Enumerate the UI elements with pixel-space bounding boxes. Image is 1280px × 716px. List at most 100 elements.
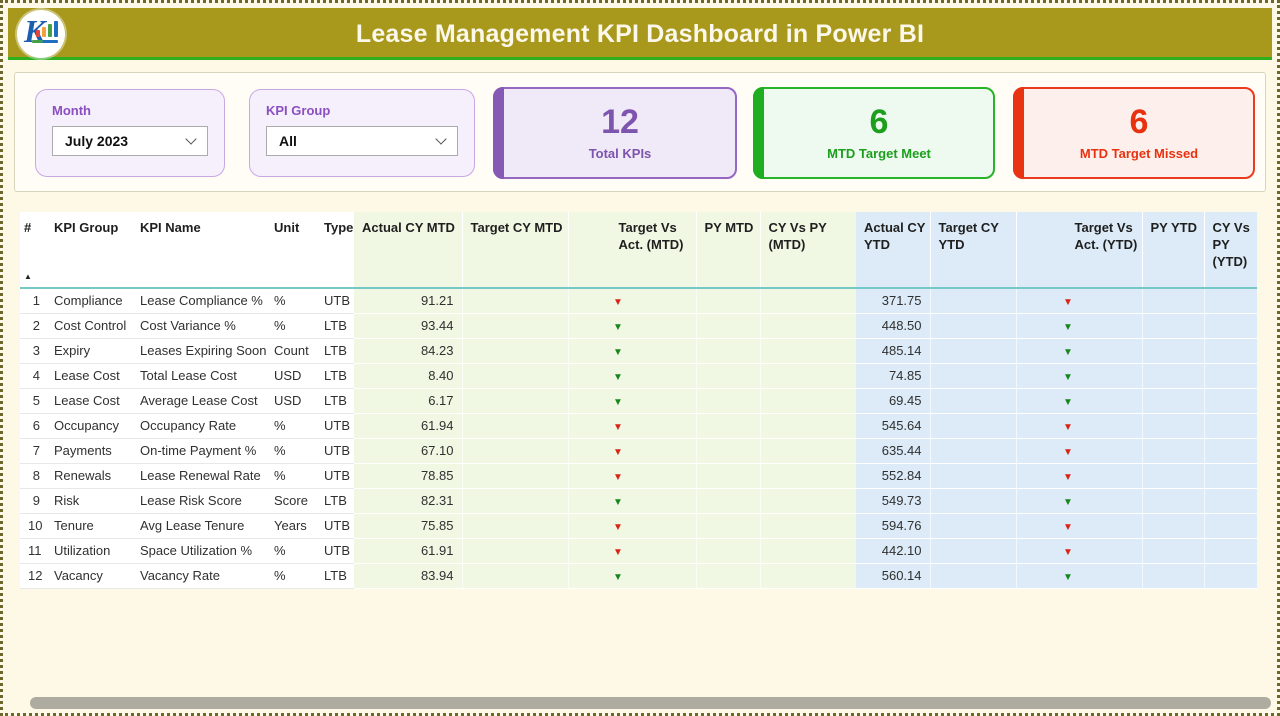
cell-target-vs-act-ytd[interactable]: ▼	[1016, 388, 1142, 413]
cell-py-ytd[interactable]	[1142, 488, 1204, 513]
cell-actual-cy-mtd[interactable]: 67.10	[354, 438, 462, 463]
cell-actual-cy-ytd[interactable]: 552.84	[856, 463, 930, 488]
cell-py-ytd[interactable]	[1142, 413, 1204, 438]
cell-unit[interactable]: %	[266, 313, 316, 338]
cell-cy-vs-py-mtd[interactable]	[760, 288, 856, 313]
cell-cy-vs-py-ytd[interactable]	[1204, 363, 1257, 388]
column-header-actual-cy-mtd[interactable]: Actual CY MTD	[354, 212, 462, 288]
cell-type[interactable]: UTB	[316, 288, 354, 313]
cell-target-cy-ytd[interactable]	[930, 538, 1016, 563]
cell-cy-vs-py-mtd[interactable]	[760, 413, 856, 438]
cell-unit[interactable]: Score	[266, 488, 316, 513]
cell-actual-cy-ytd[interactable]: 371.75	[856, 288, 930, 313]
cell-row-number[interactable]: 4	[20, 363, 46, 388]
cell-cy-vs-py-mtd[interactable]	[760, 538, 856, 563]
cell-target-vs-act-mtd[interactable]: ▼	[568, 388, 696, 413]
cell-type[interactable]: LTB	[316, 563, 354, 588]
cell-target-vs-act-ytd[interactable]: ▼	[1016, 288, 1142, 313]
cell-target-cy-mtd[interactable]	[462, 413, 568, 438]
cell-unit[interactable]: %	[266, 563, 316, 588]
cell-type[interactable]: LTB	[316, 388, 354, 413]
cell-kpi-group[interactable]: Risk	[46, 488, 132, 513]
cell-cy-vs-py-mtd[interactable]	[760, 388, 856, 413]
cell-row-number[interactable]: 1	[20, 288, 46, 313]
cell-actual-cy-mtd[interactable]: 93.44	[354, 313, 462, 338]
cell-cy-vs-py-ytd[interactable]	[1204, 413, 1257, 438]
cell-cy-vs-py-mtd[interactable]	[760, 438, 856, 463]
cell-kpi-group[interactable]: Expiry	[46, 338, 132, 363]
column-header-actual-cy-ytd[interactable]: Actual CY YTD	[856, 212, 930, 288]
cell-unit[interactable]: %	[266, 438, 316, 463]
cell-kpi-name[interactable]: Total Lease Cost	[132, 363, 266, 388]
column-header-target-cy-ytd[interactable]: Target CY YTD	[930, 212, 1016, 288]
cell-target-cy-ytd[interactable]	[930, 413, 1016, 438]
cell-py-ytd[interactable]	[1142, 363, 1204, 388]
cell-row-number[interactable]: 12	[20, 563, 46, 588]
cell-kpi-group[interactable]: Compliance	[46, 288, 132, 313]
cell-py-mtd[interactable]	[696, 438, 760, 463]
cell-target-cy-mtd[interactable]	[462, 488, 568, 513]
cell-kpi-group[interactable]: Payments	[46, 438, 132, 463]
cell-kpi-name[interactable]: Lease Risk Score	[132, 488, 266, 513]
cell-target-vs-act-ytd[interactable]: ▼	[1016, 338, 1142, 363]
cell-type[interactable]: LTB	[316, 488, 354, 513]
cell-actual-cy-mtd[interactable]: 82.31	[354, 488, 462, 513]
cell-target-cy-ytd[interactable]	[930, 338, 1016, 363]
cell-py-ytd[interactable]	[1142, 463, 1204, 488]
cell-type[interactable]: UTB	[316, 463, 354, 488]
cell-actual-cy-ytd[interactable]: 485.14	[856, 338, 930, 363]
cell-target-cy-mtd[interactable]	[462, 563, 568, 588]
cell-target-cy-ytd[interactable]	[930, 363, 1016, 388]
cell-cy-vs-py-ytd[interactable]	[1204, 338, 1257, 363]
cell-kpi-group[interactable]: Utilization	[46, 538, 132, 563]
cell-kpi-name[interactable]: Average Lease Cost	[132, 388, 266, 413]
cell-target-cy-mtd[interactable]	[462, 513, 568, 538]
cell-target-vs-act-ytd[interactable]: ▼	[1016, 463, 1142, 488]
column-header-target-vs-act-ytd[interactable]: Target Vs Act. (YTD)	[1016, 212, 1142, 288]
cell-target-vs-act-ytd[interactable]: ▼	[1016, 438, 1142, 463]
cell-row-number[interactable]: 9	[20, 488, 46, 513]
cell-actual-cy-mtd[interactable]: 78.85	[354, 463, 462, 488]
cell-cy-vs-py-ytd[interactable]	[1204, 538, 1257, 563]
cell-actual-cy-mtd[interactable]: 75.85	[354, 513, 462, 538]
cell-cy-vs-py-ytd[interactable]	[1204, 388, 1257, 413]
kpi-card-total-kpis[interactable]: 12 Total KPIs	[493, 87, 737, 179]
cell-target-vs-act-mtd[interactable]: ▼	[568, 363, 696, 388]
cell-target-vs-act-ytd[interactable]: ▼	[1016, 563, 1142, 588]
cell-kpi-name[interactable]: On-time Payment %	[132, 438, 266, 463]
cell-unit[interactable]: Years	[266, 513, 316, 538]
cell-py-ytd[interactable]	[1142, 313, 1204, 338]
cell-py-mtd[interactable]	[696, 388, 760, 413]
cell-target-cy-ytd[interactable]	[930, 463, 1016, 488]
cell-cy-vs-py-ytd[interactable]	[1204, 513, 1257, 538]
cell-actual-cy-ytd[interactable]: 74.85	[856, 363, 930, 388]
cell-target-vs-act-mtd[interactable]: ▼	[568, 338, 696, 363]
cell-unit[interactable]: %	[266, 538, 316, 563]
cell-actual-cy-mtd[interactable]: 84.23	[354, 338, 462, 363]
column-header-number[interactable]: # ▲	[20, 212, 46, 288]
kpi-card-mtd-target-meet[interactable]: 6 MTD Target Meet	[753, 87, 995, 179]
cell-py-ytd[interactable]	[1142, 338, 1204, 363]
cell-kpi-name[interactable]: Leases Expiring Soon	[132, 338, 266, 363]
cell-py-mtd[interactable]	[696, 338, 760, 363]
cell-kpi-group[interactable]: Renewals	[46, 463, 132, 488]
cell-target-vs-act-ytd[interactable]: ▼	[1016, 363, 1142, 388]
cell-type[interactable]: LTB	[316, 313, 354, 338]
cell-kpi-group[interactable]: Occupancy	[46, 413, 132, 438]
cell-cy-vs-py-mtd[interactable]	[760, 363, 856, 388]
cell-kpi-group[interactable]: Cost Control	[46, 313, 132, 338]
cell-kpi-name[interactable]: Lease Renewal Rate	[132, 463, 266, 488]
cell-kpi-group[interactable]: Lease Cost	[46, 363, 132, 388]
cell-target-vs-act-mtd[interactable]: ▼	[568, 288, 696, 313]
cell-cy-vs-py-ytd[interactable]	[1204, 463, 1257, 488]
cell-py-mtd[interactable]	[696, 313, 760, 338]
cell-py-ytd[interactable]	[1142, 513, 1204, 538]
cell-py-ytd[interactable]	[1142, 388, 1204, 413]
cell-target-cy-mtd[interactable]	[462, 338, 568, 363]
column-header-kpi-name[interactable]: KPI Name	[132, 212, 266, 288]
cell-row-number[interactable]: 11	[20, 538, 46, 563]
cell-kpi-name[interactable]: Avg Lease Tenure	[132, 513, 266, 538]
cell-target-cy-ytd[interactable]	[930, 388, 1016, 413]
horizontal-scrollbar[interactable]	[30, 697, 1271, 709]
cell-kpi-group[interactable]: Vacancy	[46, 563, 132, 588]
